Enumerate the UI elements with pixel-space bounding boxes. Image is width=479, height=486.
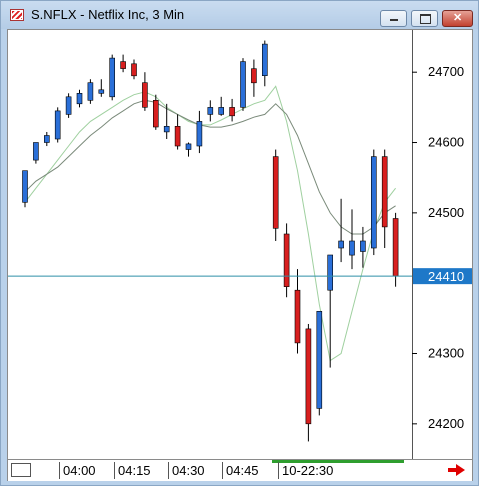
chart-window: S.NFLX - Netflix Inc, 3 Min 247002460024…	[0, 0, 479, 486]
candle-up	[98, 89, 105, 94]
price-chart[interactable]: 24700 24600 24500 24300 24200 24410	[8, 30, 472, 459]
candle-up	[43, 135, 50, 143]
candle-down	[305, 328, 312, 425]
candle-down	[229, 107, 235, 117]
app-icon[interactable]	[10, 9, 24, 21]
price-label: 24300	[428, 346, 464, 361]
candle-down	[174, 126, 181, 147]
time-axis[interactable]: 04:00 04:15 04:30 04:45 10-22:30	[8, 459, 472, 481]
maximize-button[interactable]	[411, 10, 438, 27]
candle-up	[196, 121, 203, 147]
candle-up	[360, 240, 366, 252]
candle-up	[87, 82, 94, 101]
candle-up	[207, 107, 214, 115]
time-label-0400: 04:00	[59, 462, 96, 479]
price-axis-labels: 24700 24600 24500 24300 24200 24410	[412, 64, 472, 431]
candle-up	[185, 143, 192, 150]
time-label-date: 10-22:30	[278, 462, 333, 479]
candle-up	[316, 310, 323, 409]
window-title: S.NFLX - Netflix Inc, 3 Min	[31, 7, 185, 22]
candle-up	[349, 240, 355, 256]
candle-down	[272, 156, 279, 229]
candle-up	[65, 96, 72, 115]
last-price-label: 24410	[428, 269, 464, 284]
candle-up	[76, 92, 83, 105]
candle-up	[262, 43, 268, 77]
price-label: 24200	[428, 416, 464, 431]
price-label: 24600	[428, 135, 464, 150]
title-bar[interactable]: S.NFLX - Netflix Inc, 3 Min	[1, 1, 478, 29]
candle-up	[327, 254, 334, 291]
price-label: 24700	[428, 64, 464, 79]
corner-box[interactable]	[11, 463, 31, 477]
candle-down	[142, 82, 148, 108]
candle-up	[370, 156, 377, 249]
candle-up	[33, 142, 39, 161]
close-button[interactable]	[442, 10, 473, 27]
candle-down	[381, 156, 388, 228]
scroll-right-arrow-icon[interactable]	[448, 464, 465, 476]
candle-up	[338, 240, 344, 249]
candle-down	[251, 68, 257, 84]
candle-down	[392, 218, 399, 277]
candle-down	[294, 289, 301, 344]
time-label-0445: 04:45	[222, 462, 259, 479]
candle-up	[163, 126, 170, 133]
candle-up	[240, 61, 246, 108]
time-label-0430: 04:30	[168, 462, 205, 479]
candle-up	[22, 170, 28, 203]
time-label-0415: 04:15	[114, 462, 151, 479]
minimize-button[interactable]	[380, 10, 407, 27]
candle-up	[54, 110, 61, 140]
chart-area[interactable]: 24700 24600 24500 24300 24200 24410 04:00 04:…	[7, 29, 473, 481]
candle-down	[120, 61, 126, 69]
candle-up	[218, 107, 224, 115]
candle-down	[283, 233, 290, 288]
price-label: 24500	[428, 205, 464, 220]
candle-down	[131, 63, 137, 77]
candle-up	[109, 57, 115, 98]
candle-down	[153, 100, 159, 128]
